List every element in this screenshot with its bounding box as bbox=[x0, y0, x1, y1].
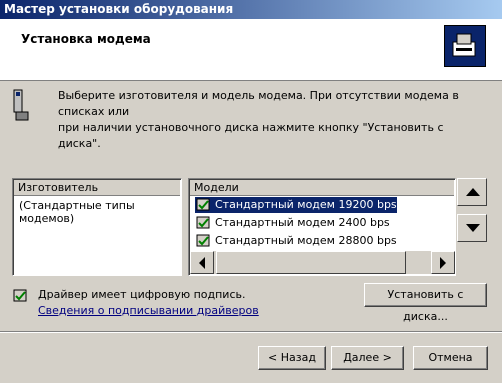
instruction-text: Выберите изготовителя и модель модема. П… bbox=[58, 89, 459, 150]
scroll-up-button[interactable] bbox=[457, 178, 487, 206]
scroll-right-button[interactable] bbox=[431, 251, 455, 274]
certified-driver-icon bbox=[12, 288, 30, 304]
certified-driver-icon bbox=[195, 233, 213, 249]
page-title: Установка модема bbox=[21, 32, 151, 46]
wizard-header: Установка модема bbox=[0, 19, 502, 81]
model-list-header: Модели bbox=[190, 180, 454, 196]
next-button[interactable]: Далее > bbox=[331, 346, 404, 370]
phone-modem-icon bbox=[12, 88, 30, 122]
list-item[interactable]: Стандартный модем 2400 bps bbox=[195, 215, 390, 231]
window-title-bar: Мастер установки оборудования bbox=[0, 0, 502, 19]
install-from-disk-button[interactable]: Установить с диска... bbox=[364, 283, 487, 323]
model-label: Стандартный модем 28800 bps bbox=[215, 234, 397, 247]
window-title: Мастер установки оборудования bbox=[4, 2, 234, 16]
footer-divider bbox=[0, 331, 502, 333]
modem-install-icon bbox=[444, 25, 486, 67]
list-item[interactable]: (Стандартные типы модемов) bbox=[19, 199, 181, 225]
list-item[interactable]: Стандартный модем 28800 bps bbox=[195, 233, 397, 249]
certified-driver-icon bbox=[195, 215, 213, 231]
manufacturer-list-header: Изготовитель bbox=[14, 180, 180, 196]
back-button[interactable]: < Назад bbox=[258, 346, 326, 370]
horizontal-scrollbar[interactable] bbox=[190, 251, 455, 274]
driver-signed-text: Драйвер имеет цифровую подпись. bbox=[38, 288, 246, 301]
list-item[interactable]: Стандартный модем 19200 bps bbox=[195, 197, 397, 213]
cancel-button[interactable]: Отмена bbox=[413, 346, 488, 370]
model-label: Стандартный модем 2400 bps bbox=[215, 216, 390, 229]
model-list[interactable]: Модели Стандартный модем 19200 bps Станд… bbox=[188, 178, 456, 276]
driver-signing-link[interactable]: Сведения о подписывании драйверов bbox=[38, 304, 259, 317]
manufacturer-list[interactable]: Изготовитель (Стандартные типы модемов) bbox=[12, 178, 182, 276]
scroll-left-button[interactable] bbox=[190, 251, 214, 274]
scroll-down-button[interactable] bbox=[457, 214, 487, 242]
certified-driver-icon bbox=[195, 197, 213, 213]
scroll-thumb[interactable] bbox=[216, 251, 406, 274]
model-label: Стандартный модем 19200 bps bbox=[215, 198, 397, 211]
